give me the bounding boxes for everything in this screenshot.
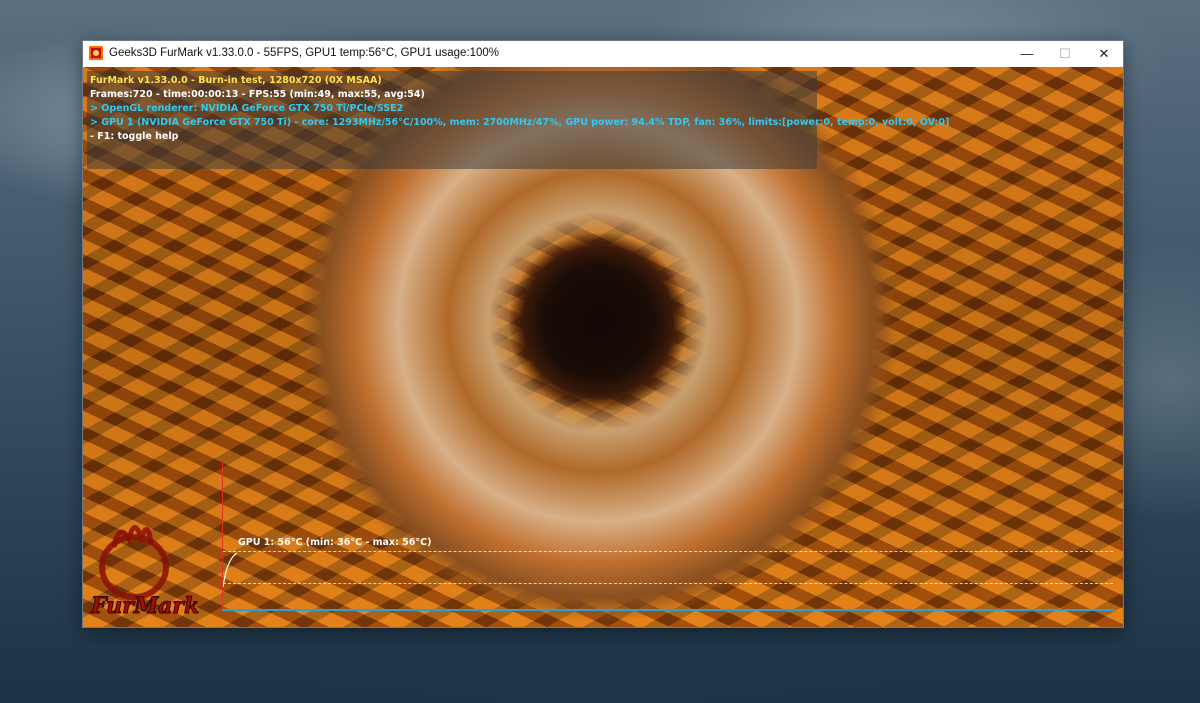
hud-frame-stats: Frames:720 - time:00:00:13 - FPS:55 (min…	[90, 89, 425, 100]
hud-gpu-info: > GPU 1 (NVIDIA GeForce GTX 750 Ti) - co…	[90, 117, 950, 128]
title-bar[interactable]: Geeks3D FurMark v1.33.0.0 - 55FPS, GPU1 …	[83, 41, 1123, 67]
temperature-curve	[223, 552, 238, 588]
minimize-button[interactable]: —	[1008, 41, 1046, 67]
render-viewport[interactable]: FurMark v1.33.0.0 - Burn-in test, 1280x7…	[83, 67, 1123, 627]
furmark-logo: FurMark	[90, 525, 200, 617]
temperature-graph-x-axis	[222, 609, 1114, 611]
hud-title: FurMark v1.33.0.0 - Burn-in test, 1280x7…	[90, 75, 382, 86]
temperature-graph-label: GPU 1: 56°C (min: 36°C - max: 56°C)	[238, 537, 432, 548]
hud-renderer-info: > OpenGL renderer: NVIDIA GeForce GTX 75…	[90, 103, 404, 114]
maximize-button[interactable]: ☐	[1046, 41, 1084, 67]
hud-overlay: FurMark v1.33.0.0 - Burn-in test, 1280x7…	[87, 71, 949, 169]
graph-gridline-upper	[223, 551, 1113, 552]
furmark-logo-text: FurMark	[90, 593, 199, 617]
furmark-app-icon[interactable]	[89, 46, 103, 60]
graph-gridline-lower	[223, 583, 1113, 584]
hud-help-hint: - F1: toggle help	[90, 131, 179, 142]
furmark-window: Geeks3D FurMark v1.33.0.0 - 55FPS, GPU1 …	[82, 40, 1124, 628]
close-button[interactable]: ✕	[1085, 41, 1123, 67]
window-title: Geeks3D FurMark v1.33.0.0 - 55FPS, GPU1 …	[109, 47, 500, 59]
